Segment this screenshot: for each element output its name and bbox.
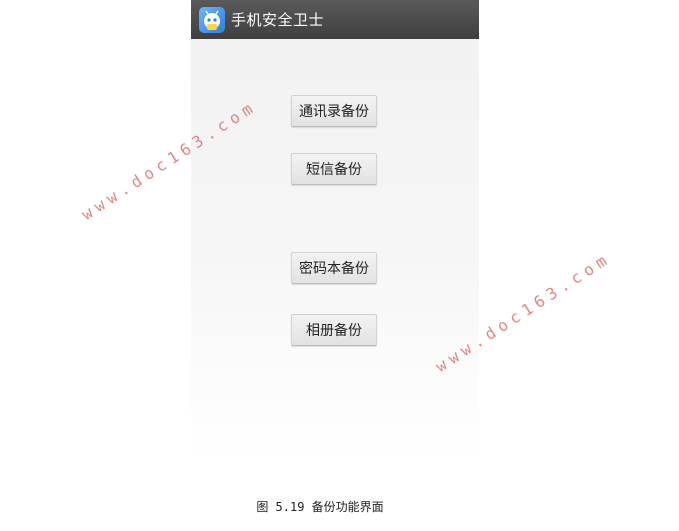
page: 手机安全卫士 通讯录备份 短信备份 密码本备份 相册备份 www.doc163.… xyxy=(0,0,679,531)
action-bar: 手机安全卫士 xyxy=(191,0,479,39)
robot-icon xyxy=(199,6,225,33)
album-backup-button[interactable]: 相册备份 xyxy=(291,314,377,346)
app-title: 手机安全卫士 xyxy=(231,11,325,29)
figure-caption: 图 5.19 备份功能界面 xyxy=(256,500,384,514)
password-backup-button[interactable]: 密码本备份 xyxy=(291,252,377,284)
phone-screen: 手机安全卫士 通讯录备份 短信备份 密码本备份 相册备份 xyxy=(191,0,479,460)
contacts-backup-button[interactable]: 通讯录备份 xyxy=(291,95,377,127)
sms-backup-button[interactable]: 短信备份 xyxy=(291,153,377,185)
